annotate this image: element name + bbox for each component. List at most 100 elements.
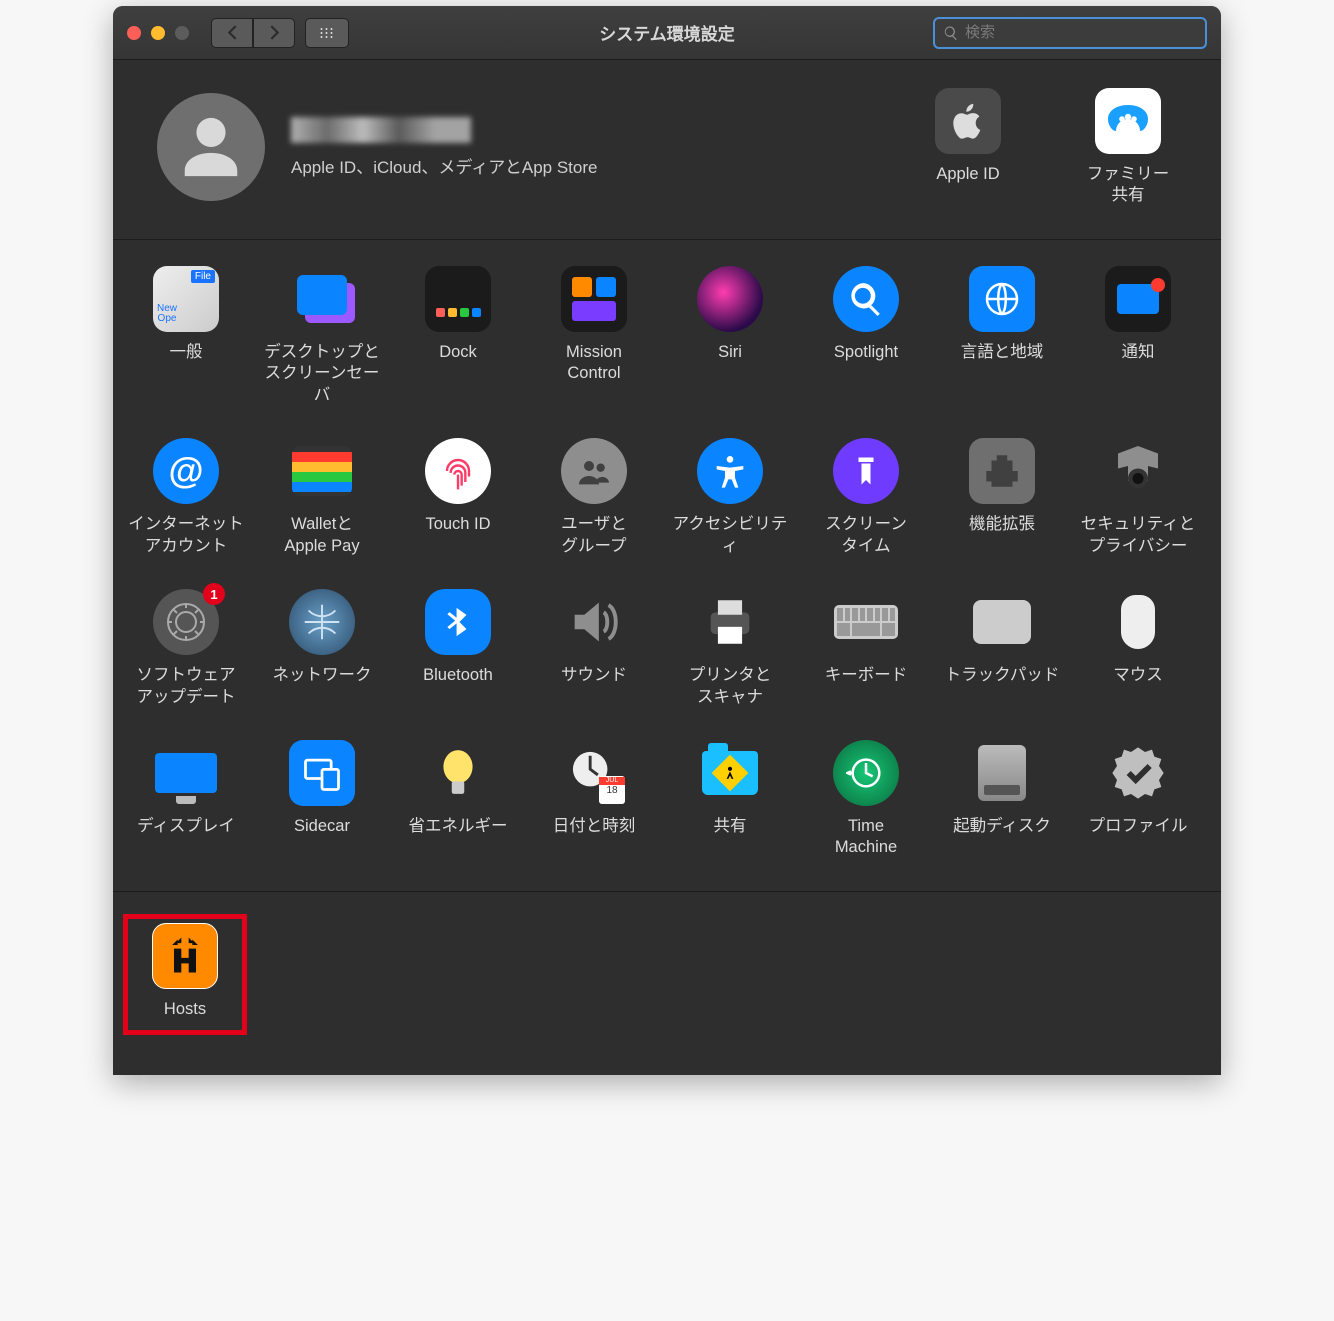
pref-energy-saver[interactable]: 省エネルギー — [395, 740, 521, 859]
pref-label: Bluetooth — [423, 665, 493, 686]
pref-hosts[interactable]: Hosts — [130, 923, 240, 1020]
printer-icon — [697, 589, 763, 655]
apple-id-icon — [935, 88, 1001, 154]
pref-extensions[interactable]: 機能拡張 — [939, 438, 1065, 557]
pref-general[interactable]: File NewOpe 一般 — [123, 266, 249, 406]
pref-language-region[interactable]: 言語と地域 — [939, 266, 1065, 406]
titlebar: システム環境設定 — [113, 6, 1221, 60]
pref-label: 共有 — [714, 816, 747, 837]
pref-label: Time Machine — [835, 816, 897, 859]
general-icon: File NewOpe — [153, 266, 219, 332]
pref-desktop-screensaver[interactable]: デスクトップと スクリーンセーバ — [259, 266, 385, 406]
pref-label: スクリーン タイム — [825, 514, 907, 557]
pref-internet-accounts[interactable]: @ インターネット アカウント — [123, 438, 249, 557]
pref-siri[interactable]: Siri — [667, 266, 793, 406]
internet-accounts-icon: @ — [153, 438, 219, 504]
pref-label: Siri — [718, 342, 742, 363]
pref-label: ファミリー 共有 — [1087, 164, 1170, 207]
pref-label: キーボード — [825, 665, 908, 686]
trackpad-icon — [969, 589, 1035, 655]
pref-label: プロファイル — [1089, 816, 1188, 837]
user-subtitle: Apple ID、iCloud、メディアとApp Store — [291, 153, 597, 178]
startup-disk-icon — [969, 740, 1035, 806]
zoom-window-button[interactable] — [175, 26, 189, 40]
hosts-icon — [152, 923, 218, 989]
pref-spotlight[interactable]: Spotlight — [803, 266, 929, 406]
pref-label: デスクトップと スクリーンセーバ — [259, 342, 385, 406]
pref-network[interactable]: ネットワーク — [259, 589, 385, 708]
pref-printers-scanners[interactable]: プリンタと スキャナ — [667, 589, 793, 708]
highlight-box: Hosts — [123, 914, 247, 1035]
wallet-icon — [289, 438, 355, 504]
third-party-panes: Hosts — [113, 892, 1221, 1075]
pref-notifications[interactable]: 通知 — [1075, 266, 1201, 406]
pref-software-update[interactable]: 1 ソフトウェア アップデート — [123, 589, 249, 708]
displays-icon — [153, 740, 219, 806]
network-icon — [289, 589, 355, 655]
desktop-icon — [289, 266, 355, 332]
sound-icon — [561, 589, 627, 655]
preferences-grid: File NewOpe 一般 デスクトップと スクリーンセーバ Dock — [113, 240, 1221, 892]
pref-apple-id[interactable]: Apple ID — [905, 88, 1031, 207]
pref-security-privacy[interactable]: セキュリティと プライバシー — [1075, 438, 1201, 557]
back-button[interactable] — [211, 18, 253, 48]
close-window-button[interactable] — [127, 26, 141, 40]
keyboard-icon — [833, 589, 899, 655]
pref-keyboard[interactable]: キーボード — [803, 589, 929, 708]
pref-screen-time[interactable]: スクリーン タイム — [803, 438, 929, 557]
pref-dock[interactable]: Dock — [395, 266, 521, 406]
pref-date-time[interactable]: JUL18 日付と時刻 — [531, 740, 657, 859]
pref-label: ソフトウェア アップデート — [137, 665, 236, 708]
pref-startup-disk[interactable]: 起動ディスク — [939, 740, 1065, 859]
pref-sidecar[interactable]: Sidecar — [259, 740, 385, 859]
siri-icon — [697, 266, 763, 332]
pref-label: トラックパッド — [945, 665, 1060, 686]
pref-wallet-applepay[interactable]: Walletと Apple Pay — [259, 438, 385, 557]
search-field[interactable] — [933, 17, 1207, 49]
pref-sharing[interactable]: 共有 — [667, 740, 793, 859]
search-icon — [943, 25, 959, 41]
update-badge: 1 — [203, 583, 225, 605]
pref-label: ユーザと グループ — [561, 514, 627, 557]
energy-saver-icon — [425, 740, 491, 806]
show-all-button[interactable] — [305, 18, 349, 48]
pref-sound[interactable]: サウンド — [531, 589, 657, 708]
pref-label: インターネット アカウント — [128, 514, 244, 557]
pref-label: Apple ID — [936, 164, 999, 185]
dock-icon — [425, 266, 491, 332]
pref-label: Walletと Apple Pay — [284, 514, 359, 557]
spotlight-icon — [833, 266, 899, 332]
screen-time-icon — [833, 438, 899, 504]
security-icon — [1105, 438, 1171, 504]
pref-displays[interactable]: ディスプレイ — [123, 740, 249, 859]
pref-label: マウス — [1113, 665, 1163, 686]
pref-mouse[interactable]: マウス — [1075, 589, 1201, 708]
date-time-icon: JUL18 — [561, 740, 627, 806]
user-name-redacted — [291, 117, 471, 143]
search-input[interactable] — [965, 24, 1197, 41]
pref-profiles[interactable]: プロファイル — [1075, 740, 1201, 859]
pref-label: プリンタと スキャナ — [689, 665, 772, 708]
time-machine-icon — [833, 740, 899, 806]
pref-label: Touch ID — [425, 514, 490, 535]
pref-label: 起動ディスク — [953, 816, 1051, 837]
pref-users-groups[interactable]: ユーザと グループ — [531, 438, 657, 557]
forward-button[interactable] — [253, 18, 295, 48]
pref-touch-id[interactable]: Touch ID — [395, 438, 521, 557]
pref-label: 日付と時刻 — [553, 816, 636, 837]
language-icon — [969, 266, 1035, 332]
pref-family-sharing[interactable]: ファミリー 共有 — [1065, 88, 1191, 207]
avatar — [157, 93, 265, 201]
pref-label: セキュリティと プライバシー — [1081, 514, 1196, 557]
bluetooth-icon — [425, 589, 491, 655]
accessibility-icon — [697, 438, 763, 504]
pref-bluetooth[interactable]: Bluetooth — [395, 589, 521, 708]
minimize-window-button[interactable] — [151, 26, 165, 40]
mission-control-icon — [561, 266, 627, 332]
pref-time-machine[interactable]: Time Machine — [803, 740, 929, 859]
pref-trackpad[interactable]: トラックパッド — [939, 589, 1065, 708]
pref-label: Spotlight — [834, 342, 898, 363]
pref-mission-control[interactable]: Mission Control — [531, 266, 657, 406]
pref-label: Hosts — [164, 999, 206, 1020]
pref-accessibility[interactable]: アクセシビリティ — [667, 438, 793, 557]
